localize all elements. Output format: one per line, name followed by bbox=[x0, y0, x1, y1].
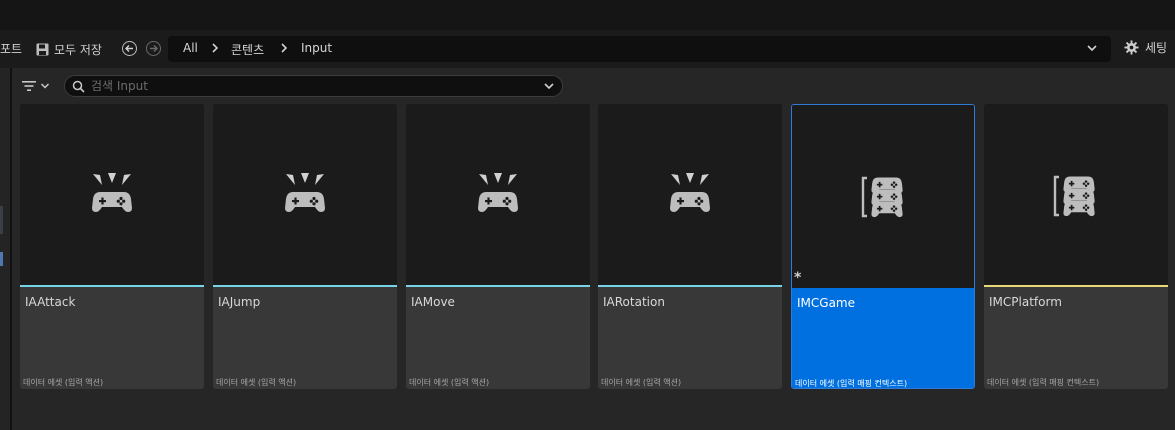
path-breadcrumb: All 콘텐츠 Input bbox=[168, 36, 1111, 62]
settings-button[interactable]: 세팅 bbox=[1124, 39, 1167, 56]
search-icon bbox=[72, 80, 85, 93]
chevron-right-icon bbox=[281, 43, 288, 53]
asset-type: 데이터 에셋 (입력 액션) bbox=[601, 378, 682, 387]
asset-tile-iajump[interactable]: IAJump 데이터 에셋 (입력 액션) bbox=[213, 104, 397, 389]
asset-info: IAAttack 데이터 에셋 (입력 액션) bbox=[20, 287, 204, 389]
save-all-button[interactable]: 모두 저장 bbox=[36, 39, 102, 59]
asset-tile-iarotation[interactable]: IARotation 데이터 에셋 (입력 액션) bbox=[598, 104, 782, 389]
asset-info: IAMove 데이터 에셋 (입력 액션) bbox=[406, 287, 590, 389]
mapping-context-icon bbox=[1048, 168, 1104, 224]
save-icon bbox=[36, 43, 49, 55]
asset-name: IAMove bbox=[411, 295, 455, 309]
asset-type: 데이터 에셋 (입력 매핑 컨텍스트) bbox=[987, 378, 1100, 387]
asset-type: 데이터 에셋 (입력 매핑 컨텍스트) bbox=[795, 379, 908, 388]
chevron-down-icon[interactable] bbox=[1086, 44, 1098, 53]
mapping-context-icon bbox=[856, 169, 912, 225]
arrow-left-icon bbox=[125, 45, 133, 52]
filter-button[interactable] bbox=[22, 77, 50, 95]
title-bar bbox=[0, 0, 1175, 30]
asset-type: 데이터 에셋 (입력 액션) bbox=[23, 378, 104, 387]
asset-tile-iamove[interactable]: IAMove 데이터 에셋 (입력 액션) bbox=[406, 104, 590, 389]
panel-row-selected bbox=[0, 252, 3, 266]
back-button[interactable] bbox=[122, 41, 137, 56]
asset-thumbnail: * bbox=[792, 105, 974, 286]
forward-button[interactable] bbox=[146, 41, 161, 56]
asset-thumbnail bbox=[984, 104, 1168, 285]
asset-info: IMCPlatform 데이터 에셋 (입력 매핑 컨텍스트) bbox=[984, 287, 1168, 389]
asset-name: IAAttack bbox=[25, 295, 76, 309]
search-input[interactable] bbox=[91, 78, 531, 94]
gamepad-action-icon bbox=[277, 168, 333, 224]
asset-thumbnail bbox=[598, 104, 782, 285]
asset-thumbnail bbox=[20, 104, 204, 285]
gamepad-action-icon bbox=[662, 168, 718, 224]
asset-info: IARotation 데이터 에셋 (입력 액션) bbox=[598, 287, 782, 389]
chevron-right-icon bbox=[212, 43, 219, 53]
import-button-label[interactable]: 포트 bbox=[0, 40, 22, 57]
asset-type: 데이터 에셋 (입력 액션) bbox=[409, 378, 490, 387]
breadcrumb-item-all[interactable]: All bbox=[183, 41, 198, 55]
search-box bbox=[64, 75, 563, 97]
content-browser-toolbar: 포트 모두 저장 All 콘텐츠 Input 세팅 bbox=[0, 30, 1175, 68]
asset-tile-imcplatform[interactable]: IMCPlatform 데이터 에셋 (입력 매핑 컨텍스트) bbox=[984, 104, 1168, 389]
save-all-label: 모두 저장 bbox=[54, 42, 102, 57]
asset-info: IMCGame 데이터 에셋 (입력 매핑 컨텍스트) bbox=[792, 288, 974, 388]
asset-thumbnail bbox=[406, 104, 590, 285]
asset-tile-imcgame[interactable]: * IMCGame 데이터 에셋 (입력 매핑 컨텍스트) bbox=[791, 104, 975, 389]
chevron-down-icon[interactable] bbox=[543, 82, 555, 91]
settings-label: 세팅 bbox=[1145, 41, 1168, 55]
asset-name: IAJump bbox=[218, 295, 261, 309]
breadcrumb-item-content[interactable]: 콘텐츠 bbox=[231, 41, 264, 58]
asset-type: 데이터 에셋 (입력 액션) bbox=[216, 378, 297, 387]
filter-icon bbox=[22, 81, 36, 91]
unsaved-marker: * bbox=[794, 270, 802, 286]
panel-row bbox=[0, 206, 3, 234]
gamepad-action-icon bbox=[470, 168, 526, 224]
breadcrumb-item-input[interactable]: Input bbox=[301, 41, 332, 55]
gamepad-action-icon bbox=[84, 168, 140, 224]
asset-name: IMCGame bbox=[797, 296, 855, 310]
asset-name: IARotation bbox=[603, 295, 665, 309]
arrow-right-icon bbox=[150, 45, 158, 52]
asset-info: IAJump 데이터 에셋 (입력 액션) bbox=[213, 287, 397, 389]
asset-name: IMCPlatform bbox=[989, 295, 1062, 309]
asset-thumbnail bbox=[213, 104, 397, 285]
sources-panel[interactable] bbox=[0, 68, 10, 430]
asset-tile-iaattack[interactable]: IAAttack 데이터 에셋 (입력 액션) bbox=[20, 104, 204, 389]
chevron-down-icon bbox=[40, 83, 50, 89]
gear-icon bbox=[1124, 40, 1139, 55]
